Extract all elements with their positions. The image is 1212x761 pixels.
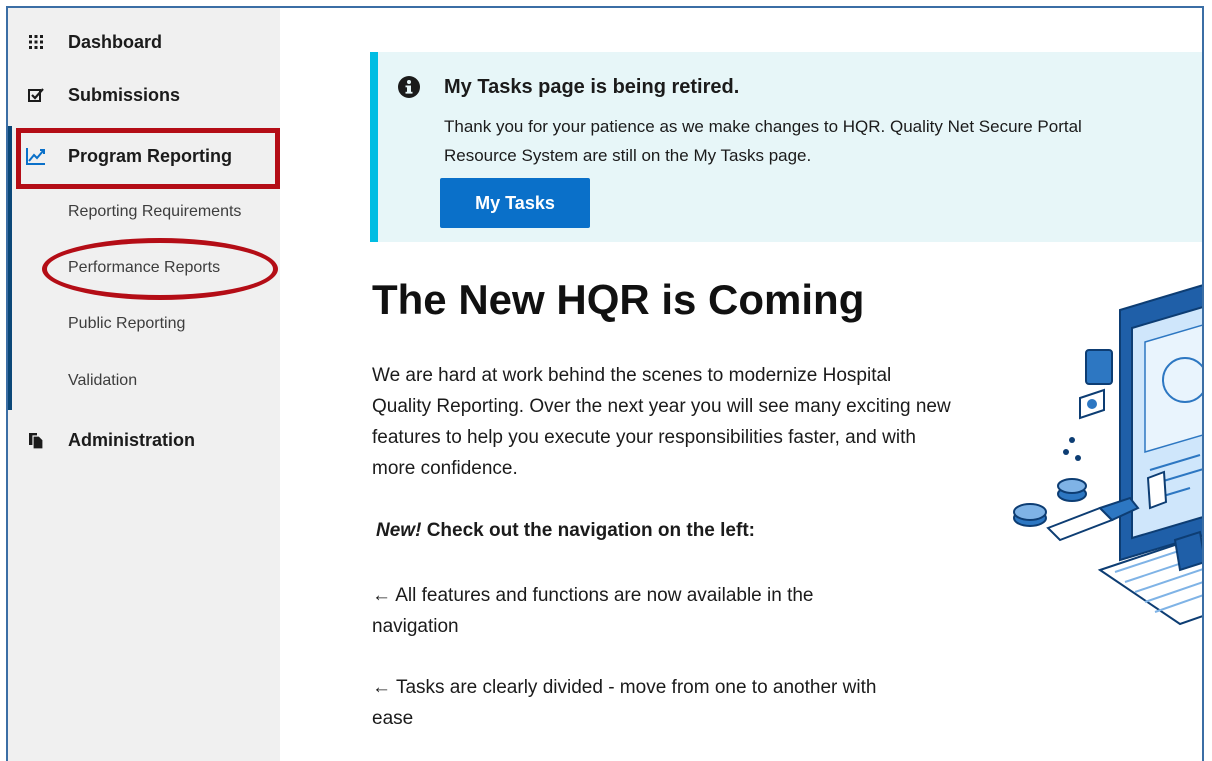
alert-body: Thank you for your patience as we make c… [444,117,1082,165]
sidebar-item-label: Dashboard [68,31,163,52]
sidebar-item-label: Program Reporting [68,145,233,166]
my-tasks-button[interactable]: My Tasks [440,178,590,228]
feature-item: ← All features and functions are now ava… [372,580,892,642]
feature-text: All features and functions are now avail… [372,585,814,637]
sidebar-item-label: Administration [68,429,196,450]
sidebar-item-program-reporting[interactable]: Program Reporting [8,142,280,170]
sidebar-item-dashboard[interactable]: Dashboard [8,28,280,56]
documents-icon [26,430,46,450]
sidebar-subitem-public-reporting[interactable]: Public Reporting [68,315,185,333]
left-arrow-icon: ← [372,677,391,698]
sidebar-item-submissions[interactable]: Submissions [8,81,280,109]
alert-title: My Tasks page is being retired. [444,76,740,98]
sidebar-subitem-performance-reports[interactable]: Performance Reports [68,259,220,277]
sidebar-nav: Dashboard Submissions Program Reporting [8,8,280,761]
grid-icon [26,32,46,52]
line-chart-icon [26,146,46,166]
sidebar-item-administration[interactable]: Administration [8,426,280,454]
checkbox-icon [26,85,46,105]
sidebar-subitem-reporting-requirements[interactable]: Reporting Requirements [68,203,241,221]
sidebar-subitem-validation[interactable]: Validation [68,372,137,390]
intro-paragraph: We are hard at work behind the scenes to… [372,365,951,479]
info-icon [398,76,420,98]
info-alert: My Tasks page is being retired. Thank yo… [370,52,1202,242]
page-title: The New HQR is Coming [372,276,865,323]
sidebar-item-label: Submissions [68,84,181,105]
main-content: My Tasks page is being retired. Thank yo… [280,8,1202,761]
navigation-callout-text: Check out the navigation on the left: [426,520,755,541]
feature-item: ← Tasks are clearly divided - move from … [372,672,892,734]
feature-text: Tasks are clearly divided - move from on… [372,677,877,729]
left-arrow-icon: ← [372,585,391,606]
navigation-callout-heading: New! Check out the navigation on the lef… [376,520,755,542]
computer-illustration [1013,284,1202,626]
new-badge-text: New! [376,520,422,541]
app-window: Dashboard Submissions Program Reporting [6,6,1204,761]
